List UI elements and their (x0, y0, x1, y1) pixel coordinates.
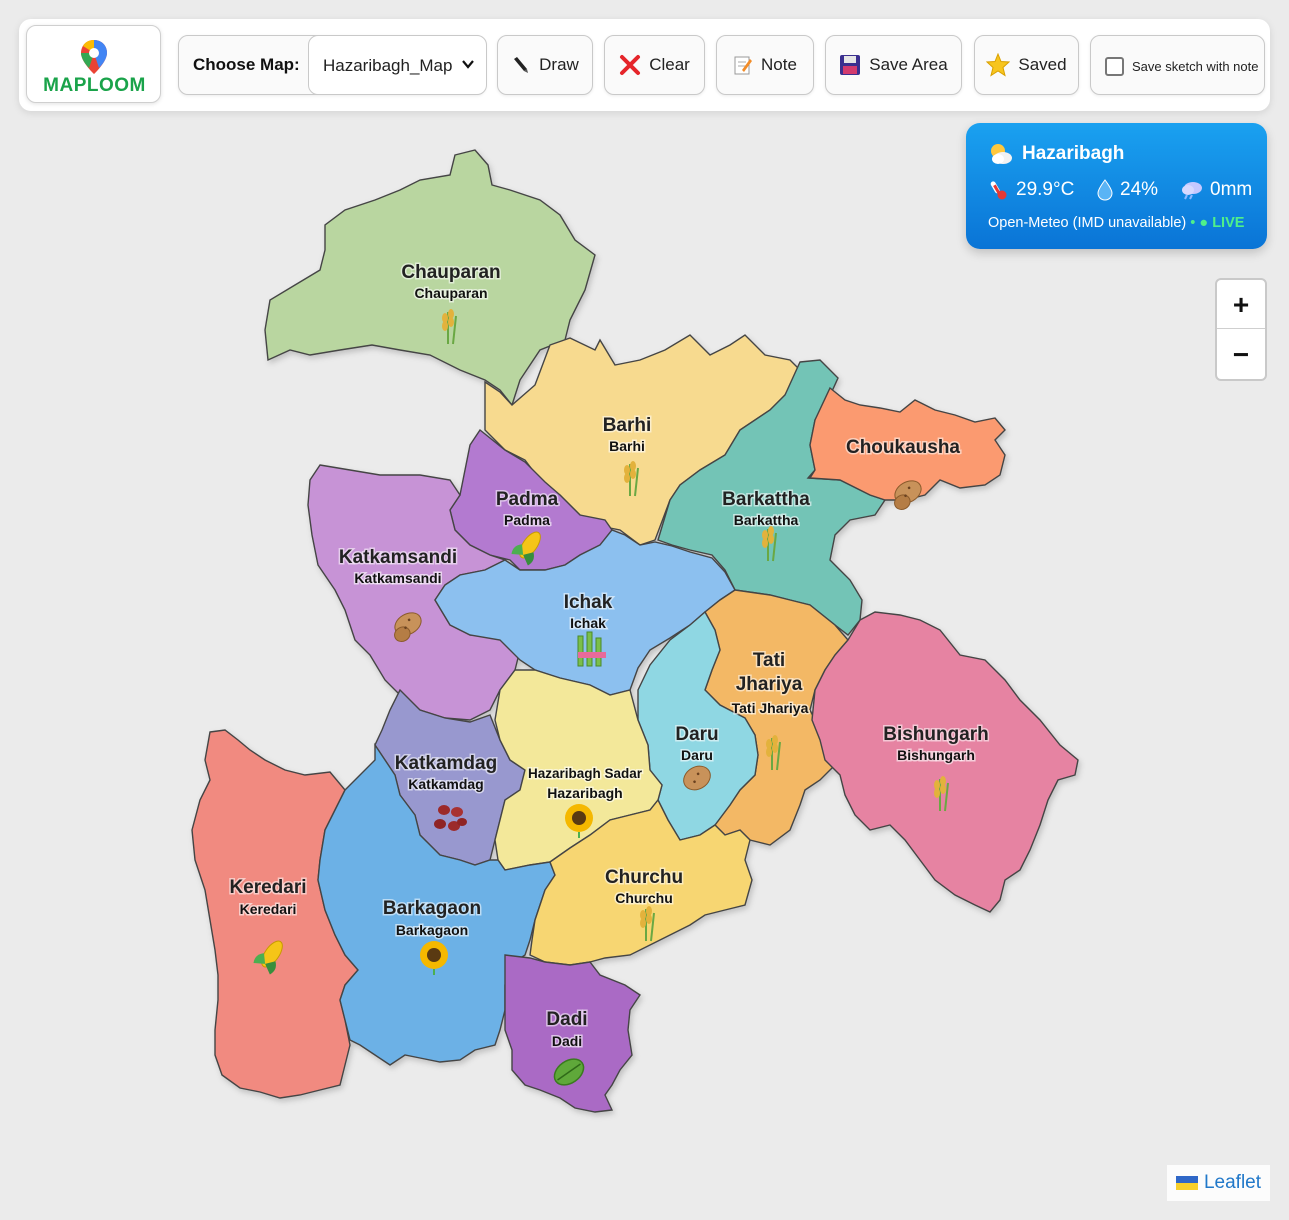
ukraine-flag-icon (1175, 1176, 1198, 1190)
sublabel-barkagaon: Barkagaon (396, 922, 468, 938)
toolbar: MAPLOOM Choose Map: Hazaribagh_Map Draw … (19, 19, 1270, 111)
label-bishungarh: Bishungarh (883, 724, 989, 745)
leaflet-link[interactable]: Leaflet (1204, 1172, 1261, 1194)
sublabel-barkattha: Barkattha (734, 512, 799, 528)
label-dadi: Dadi (546, 1009, 587, 1030)
map-select-value: Hazaribagh_Map (323, 56, 453, 75)
floppy-disk-icon (840, 55, 861, 75)
label-barkagaon: Barkagaon (383, 898, 481, 919)
weather-source: Open-Meteo (IMD unavailable) • ● LIVE (988, 215, 1245, 231)
choose-map-label: Choose Map: (193, 55, 300, 74)
label-padma: Padma (496, 489, 559, 510)
sun-behind-cloud-icon (991, 144, 1012, 164)
zoom-in-button[interactable]: + (1217, 280, 1265, 329)
chevron-down-icon (462, 60, 474, 69)
label-hazaribagh-sadar: Hazaribagh Sadar (528, 766, 643, 781)
logo-text: MAPLOOM (43, 75, 146, 96)
weather-humidity: 24% (1096, 179, 1158, 201)
sublabel-chauparan: Chauparan (414, 285, 487, 301)
weather-rain: 0mm (1180, 179, 1252, 201)
sublabel-keredari: Keredari (240, 901, 297, 917)
star-icon (986, 53, 1011, 77)
save-area-label: Save Area (869, 55, 948, 74)
label-choukausha: Choukausha (846, 437, 960, 458)
sublabel-churchu: Churchu (615, 890, 673, 906)
label-barkattha: Barkattha (722, 489, 810, 510)
thermometer-icon (990, 181, 1007, 200)
live-label: LIVE (1212, 215, 1245, 231)
droplet-icon (1097, 179, 1113, 201)
label-chauparan: Chauparan (401, 262, 500, 283)
label-churchu: Churchu (605, 867, 683, 888)
humidity-value: 24% (1120, 179, 1159, 200)
note-label: Note (761, 55, 797, 74)
attribution: Leaflet (1167, 1165, 1270, 1201)
label-katkamsandi: Katkamsandi (339, 547, 457, 568)
weather-card: Hazaribagh 29.9°C 24% 0mm Open-Meteo (IM… (966, 123, 1267, 249)
map-select[interactable]: Hazaribagh_Map (308, 35, 487, 95)
weather-location: Hazaribagh (1022, 143, 1125, 164)
draw-label: Draw (539, 55, 579, 74)
map-chooser: Choose Map: Hazaribagh_Map (178, 35, 487, 95)
sublabel-ichak: Ichak (570, 615, 606, 631)
saved-button[interactable]: Saved (974, 35, 1079, 95)
zoom-out-button[interactable]: − (1217, 330, 1265, 379)
weather-source-text: Open-Meteo (IMD unavailable) (988, 215, 1187, 231)
map-pin-icon (81, 40, 107, 74)
rain-cloud-icon (1182, 182, 1202, 200)
pen-icon (514, 57, 529, 73)
temperature-value: 29.9°C (1016, 179, 1075, 200)
zoom-control: + − (1215, 278, 1267, 381)
label-barhi: Barhi (603, 415, 652, 436)
label-katkamdag: Katkamdag (395, 753, 497, 774)
sublabel-daru: Daru (681, 747, 713, 763)
note-button[interactable]: Note (716, 35, 814, 95)
sublabel-hazaribagh-sadar: Hazaribagh (547, 785, 622, 801)
logo[interactable]: MAPLOOM (26, 25, 161, 103)
sublabel-katkamdag: Katkamdag (408, 776, 483, 792)
sublabel-dadi: Dadi (552, 1033, 582, 1049)
label-ichak: Ichak (564, 592, 613, 613)
clear-button[interactable]: Clear (604, 35, 705, 95)
weather-temperature: 29.9°C (988, 179, 1074, 201)
sublabel-tati-jhariya: Tati Jhariya (732, 700, 809, 716)
saved-label: Saved (1018, 55, 1067, 74)
save-sketch-label: Save sketch with note (1132, 59, 1259, 74)
save-sketch-toggle[interactable]: Save sketch with note (1090, 35, 1265, 95)
sublabel-padma: Padma (504, 512, 550, 528)
sublabel-bishungarh: Bishungarh (897, 747, 975, 763)
save-area-button[interactable]: Save Area (825, 35, 962, 95)
cross-icon (620, 55, 641, 75)
live-badge: ● LIVE (1199, 215, 1245, 231)
clear-label: Clear (649, 55, 690, 74)
label-daru: Daru (675, 724, 718, 745)
sublabel-barhi: Barhi (609, 438, 645, 454)
rain-value: 0mm (1210, 179, 1253, 200)
draw-button[interactable]: Draw (497, 35, 593, 95)
save-sketch-checkbox[interactable] (1105, 57, 1124, 76)
label-keredari: Keredari (229, 877, 306, 898)
sublabel-katkamsandi: Katkamsandi (354, 570, 441, 586)
memo-icon (734, 56, 753, 75)
